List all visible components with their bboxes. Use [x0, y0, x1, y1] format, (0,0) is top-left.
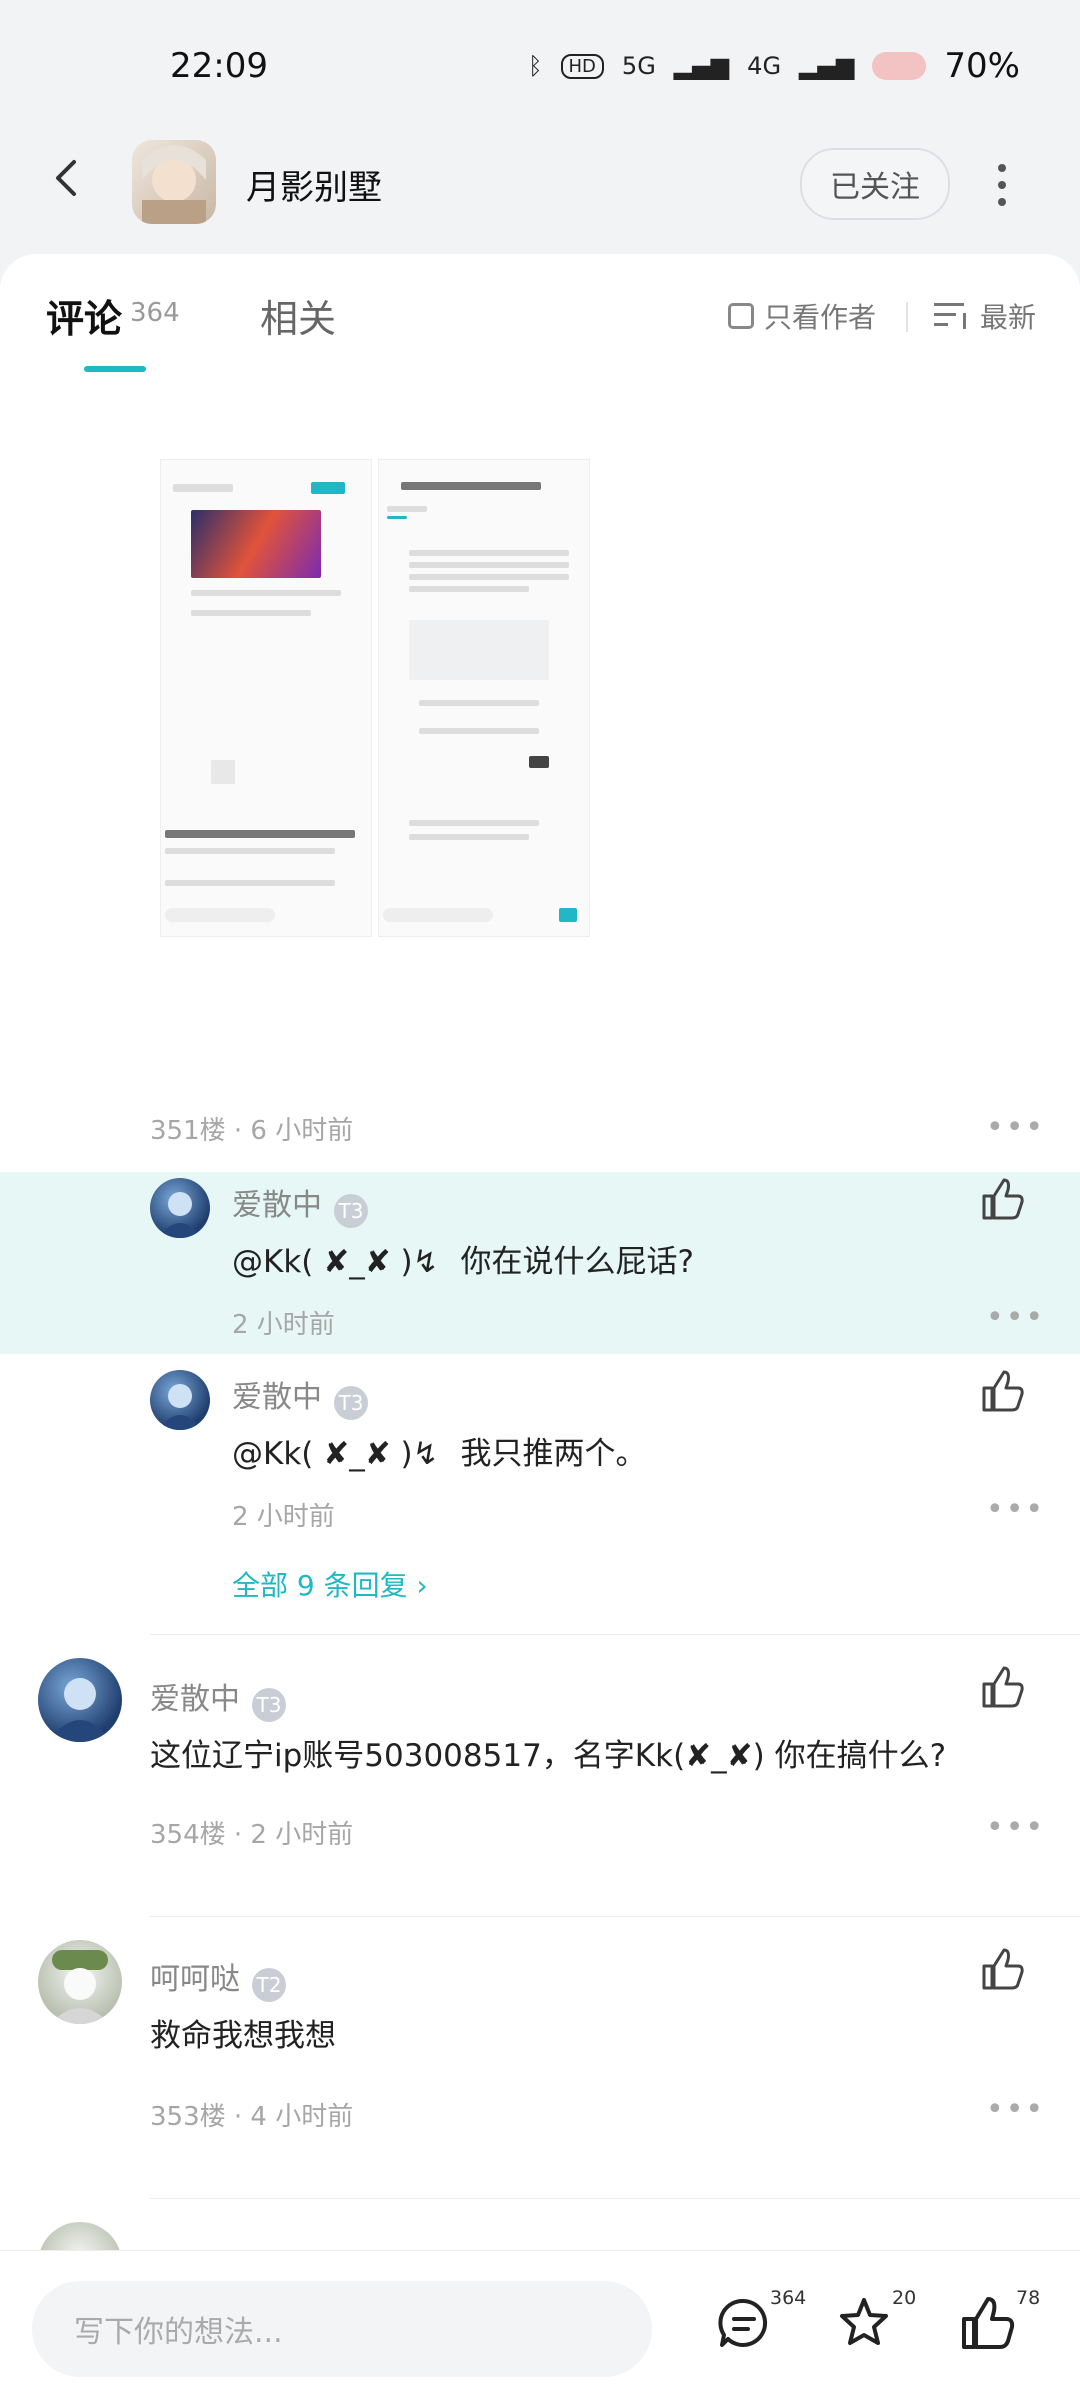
avatar[interactable]: [38, 1658, 122, 1742]
comment-meta: 353楼 · 4 小时前: [150, 2102, 354, 2132]
star-icon[interactable]: [836, 2295, 892, 2351]
comment-text: 这位辽宁ip账号503008517，名字Kk(✘_✘) 你在搞什么?: [150, 1738, 947, 1774]
reply-header: 爱散中 T3: [232, 1372, 368, 1420]
like-icon[interactable]: [960, 2295, 1016, 2351]
follow-button[interactable]: 已关注: [800, 148, 950, 220]
bottom-bar: 写下你的想法... 364 20 78: [0, 2250, 1080, 2401]
avatar[interactable]: [38, 1940, 122, 2024]
like-icon[interactable]: [980, 1946, 1026, 1992]
topic-header: 月影别墅 已关注: [0, 130, 1080, 250]
reply-body: @Kk( ✘_✘ )↯ 你在说什么屁话?: [232, 1236, 694, 1281]
tab-active-indicator: [84, 366, 146, 372]
reply-meta: 2 小时前: [232, 1310, 335, 1340]
avatar[interactable]: [150, 1370, 210, 1430]
more-options-icon[interactable]: •••: [986, 1810, 1045, 1845]
more-options-icon[interactable]: •••: [986, 2092, 1045, 2127]
battery-percent: 70%: [944, 46, 1020, 86]
comment-text: 救命我想我想: [150, 2018, 336, 2054]
reply-username[interactable]: 爱散中: [232, 1188, 322, 1223]
comment-divider: [150, 2198, 1080, 2199]
tab-comments[interactable]: 评论: [46, 288, 122, 343]
network1-label: 5G: [621, 52, 656, 80]
reply-text: 你在说什么屁话?: [460, 1244, 694, 1280]
bluetooth-icon: ᛒ: [528, 52, 543, 80]
network2-label: 4G: [747, 52, 782, 80]
level-badge: T3: [252, 1687, 286, 1722]
reply-meta: 2 小时前: [232, 1502, 335, 1532]
content-panel: 评论 364 相关 只看作者 最新 351楼 · 6 小时前 ••• 爱散中 T…: [0, 254, 1080, 2274]
level-badge: T3: [334, 1385, 368, 1420]
status-icons: ᛒ HD 5G ▂▄▆ 4G ▂▄▆ 70%: [528, 46, 1020, 86]
reply-body: @Kk( ✘_✘ )↯ 我只推两个。: [232, 1428, 646, 1473]
topic-avatar[interactable]: [132, 140, 216, 224]
mention-link[interactable]: @Kk( ✘_✘ )↯: [232, 1436, 439, 1472]
like-icon[interactable]: [980, 1368, 1026, 1414]
image-comment-meta: 351楼 · 6 小时前: [150, 1116, 354, 1146]
comment-image[interactable]: [160, 459, 590, 937]
comment-divider: [150, 1634, 1080, 1635]
screenshot-left: [160, 459, 372, 937]
battery-icon: [872, 52, 927, 80]
more-options-icon[interactable]: •••: [986, 1300, 1045, 1335]
status-time: 22:09: [170, 46, 268, 86]
level-badge: T2: [252, 1967, 286, 2002]
signal-icon: ▂▄▆: [673, 52, 730, 80]
like-count: 78: [1016, 2287, 1041, 2309]
level-badge: T3: [334, 1193, 368, 1228]
author-only-filter[interactable]: 只看作者: [728, 296, 876, 336]
topic-title: 月影别墅: [246, 168, 382, 208]
sort-icon: [934, 303, 966, 329]
comment-username[interactable]: 爱散中: [150, 1682, 240, 1717]
comment-divider: [150, 1916, 1080, 1917]
hd-icon: HD: [560, 53, 604, 79]
mention-link[interactable]: @Kk( ✘_✘ )↯: [232, 1244, 439, 1280]
sort-label: 最新: [980, 301, 1037, 334]
comment-count: 364: [770, 2287, 807, 2309]
author-only-label: 只看作者: [764, 301, 877, 334]
reply-text: 我只推两个。: [460, 1436, 647, 1472]
more-vertical-icon[interactable]: [990, 160, 1014, 210]
star-count: 20: [892, 2287, 917, 2309]
comment-header: 呵呵哒 T2: [150, 1954, 286, 2002]
reply-header: 爱散中 T3: [232, 1180, 368, 1228]
like-icon[interactable]: [980, 1664, 1026, 1710]
like-icon[interactable]: [980, 1176, 1026, 1222]
comment-header: 爱散中 T3: [150, 1674, 286, 1722]
more-options-icon[interactable]: •••: [986, 1110, 1045, 1145]
sort-button[interactable]: 最新: [934, 296, 1036, 336]
more-options-icon[interactable]: •••: [986, 1492, 1045, 1527]
view-all-replies-link[interactable]: 全部 9 条回复 ›: [232, 1564, 428, 1604]
tab-related[interactable]: 相关: [260, 288, 336, 343]
signal-icon-2: ▂▄▆: [799, 52, 855, 80]
comment-username[interactable]: 呵呵哒: [150, 1962, 240, 1997]
checkbox-icon[interactable]: [728, 303, 754, 329]
back-arrow-icon[interactable]: [48, 158, 88, 198]
avatar[interactable]: [150, 1178, 210, 1238]
status-bar: 22:09 ᛒ HD 5G ▂▄▆ 4G ▂▄▆ 70%: [0, 0, 1080, 130]
reply-username[interactable]: 爱散中: [232, 1380, 322, 1415]
comment-meta: 354楼 · 2 小时前: [150, 1820, 354, 1850]
comment-input[interactable]: 写下你的想法...: [32, 2281, 652, 2377]
comment-icon[interactable]: [716, 2295, 772, 2351]
tab-comments-count: 364: [130, 298, 180, 328]
filter-divider: [906, 302, 908, 332]
screenshot-right: [378, 459, 590, 937]
